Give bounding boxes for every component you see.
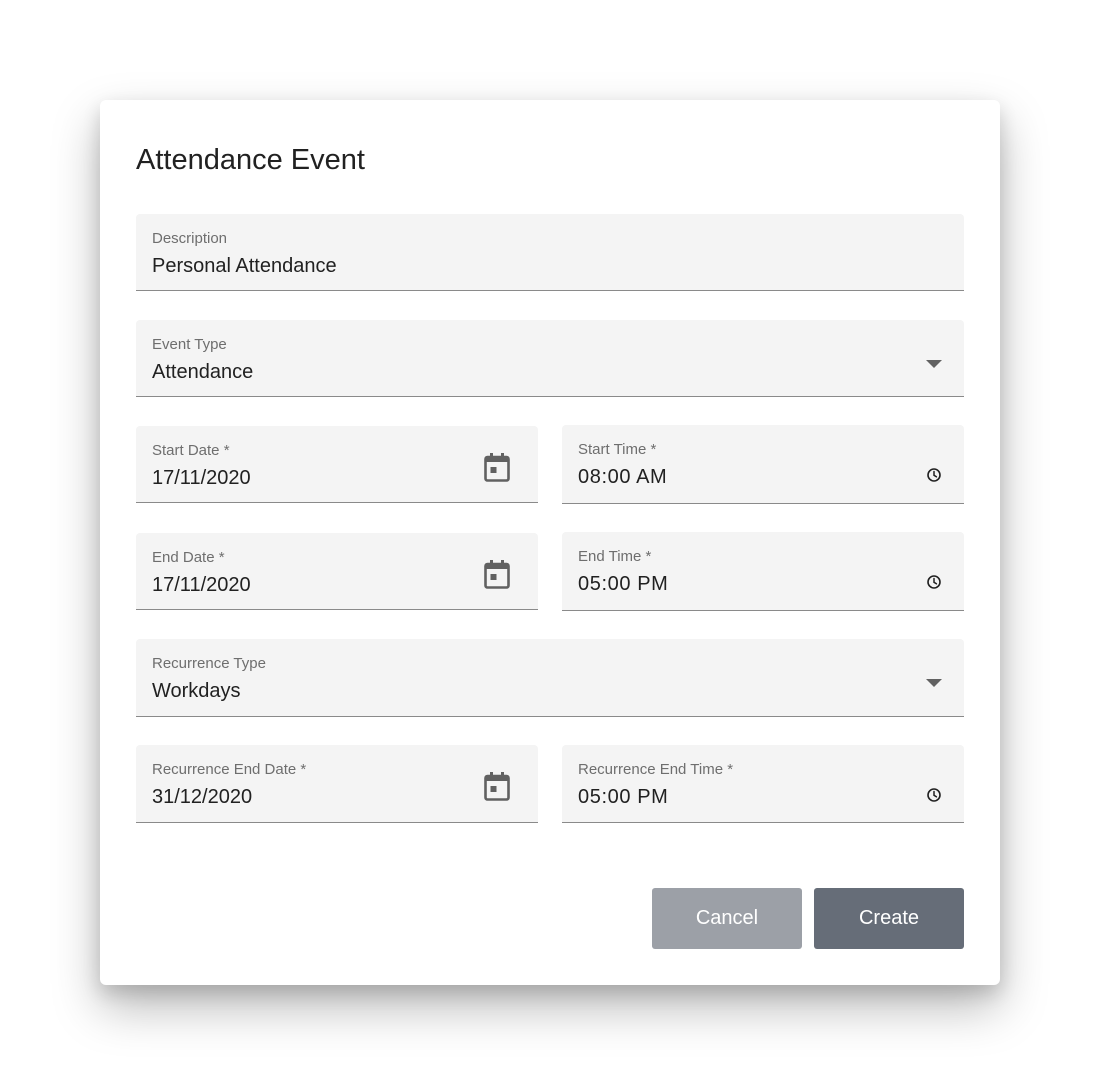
description-field[interactable]: Description Personal Attendance (136, 214, 964, 291)
end-date-label: End Date * (152, 549, 225, 566)
recurrence-end-time-field[interactable]: Recurrence End Time * 05:00 PM (562, 745, 964, 823)
attendance-event-dialog: Attendance Event Description Personal At… (100, 100, 1000, 985)
calendar-icon[interactable] (484, 452, 510, 482)
recurrence-end-date-field[interactable]: Recurrence End Date * 31/12/2020 (136, 745, 538, 823)
recurrence-type-select[interactable]: Recurrence Type Workdays (136, 639, 964, 717)
chevron-down-icon[interactable] (926, 360, 942, 368)
recurrence-end-date-input[interactable]: 31/12/2020 (152, 785, 252, 809)
dialog-title: Attendance Event (136, 144, 365, 176)
calendar-icon[interactable] (484, 771, 510, 801)
start-time-field[interactable]: Start Time * 08:00 AM (562, 425, 964, 504)
calendar-icon[interactable] (484, 559, 510, 589)
end-time-label: End Time * (578, 548, 652, 565)
end-date-input[interactable]: 17/11/2020 (152, 573, 251, 597)
start-date-label: Start Date * (152, 442, 230, 459)
event-type-value: Attendance (152, 361, 254, 383)
description-input[interactable]: Personal Attendance (152, 254, 337, 278)
end-date-field[interactable]: End Date * 17/11/2020 (136, 533, 538, 610)
recurrence-type-value: Workdays (152, 680, 241, 702)
create-button[interactable]: Create (814, 888, 964, 949)
start-date-input[interactable]: 17/11/2020 (152, 466, 251, 490)
description-label: Description (152, 230, 228, 247)
end-time-field[interactable]: End Time * 05:00 PM (562, 532, 964, 611)
event-type-label: Event Type (152, 336, 227, 353)
recurrence-end-time-input[interactable]: 05:00 PM (578, 785, 668, 809)
cancel-button[interactable]: Cancel (652, 888, 802, 949)
recurrence-type-label: Recurrence Type (152, 655, 266, 672)
chevron-down-icon[interactable] (926, 679, 942, 687)
clock-icon[interactable] (926, 574, 942, 590)
clock-icon[interactable] (926, 467, 942, 483)
start-time-label: Start Time * (578, 441, 657, 458)
recurrence-end-time-label: Recurrence End Time * (578, 761, 734, 778)
event-type-select[interactable]: Event Type Attendance (136, 320, 964, 397)
start-date-field[interactable]: Start Date * 17/11/2020 (136, 426, 538, 503)
end-time-input[interactable]: 05:00 PM (578, 572, 668, 596)
clock-icon[interactable] (926, 787, 942, 803)
start-time-input[interactable]: 08:00 AM (578, 465, 667, 489)
recurrence-end-date-label: Recurrence End Date * (152, 761, 307, 778)
